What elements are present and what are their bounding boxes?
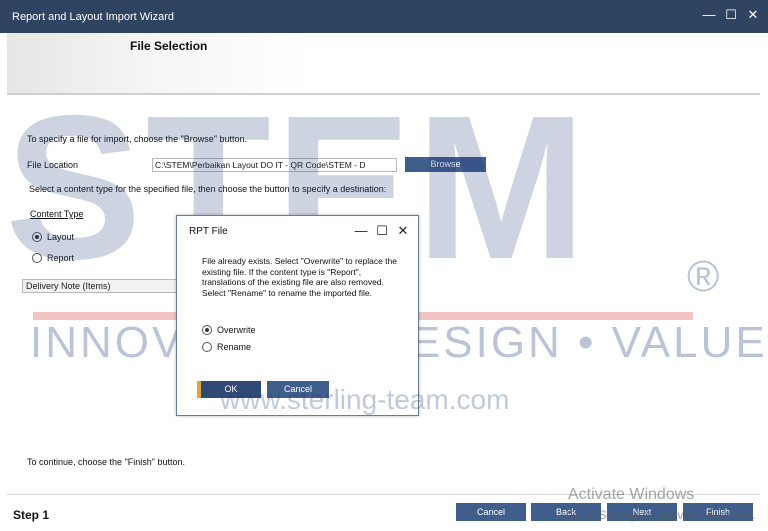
rename-radio[interactable] [202, 342, 212, 352]
close-icon[interactable]: ✕ [746, 7, 760, 23]
dialog-titlebar: RPT File — ☐ ✕ [177, 216, 418, 246]
window-titlebar: Report and Layout Import Wizard — ☐ ✕ [0, 0, 768, 33]
maximize-icon[interactable]: ☐ [724, 7, 738, 23]
dialog-controls: — ☐ ✕ [354, 223, 410, 239]
cancel-button[interactable]: Cancel [456, 503, 526, 521]
continue-text: To continue, choose the "Finish" button. [27, 457, 185, 467]
window-title: Report and Layout Import Wizard [12, 11, 175, 23]
dialog-maximize-icon[interactable]: ☐ [375, 223, 389, 239]
watermark-registered: ® [687, 252, 720, 301]
dialog-title: RPT File [189, 226, 228, 237]
overwrite-radio-label[interactable]: Overwrite [217, 325, 256, 335]
window-controls: — ☐ ✕ [702, 7, 760, 23]
minimize-icon[interactable]: — [702, 7, 716, 23]
activate-windows-subtitle: Go to Settings to activate Windows. [566, 508, 756, 522]
step-indicator: Step 1 [13, 508, 50, 522]
dialog-message: File already exists. Select "Overwrite" … [202, 256, 398, 298]
overwrite-radio[interactable] [202, 325, 212, 335]
page-title: File Selection [130, 39, 208, 53]
dialog-close-icon[interactable]: ✕ [396, 223, 410, 239]
watermark-url: www.sterling-team.com [220, 384, 510, 415]
rename-radio-label[interactable]: Rename [217, 342, 251, 352]
activate-windows-title: Activate Windows [568, 486, 695, 503]
dialog-minimize-icon[interactable]: — [354, 223, 368, 239]
